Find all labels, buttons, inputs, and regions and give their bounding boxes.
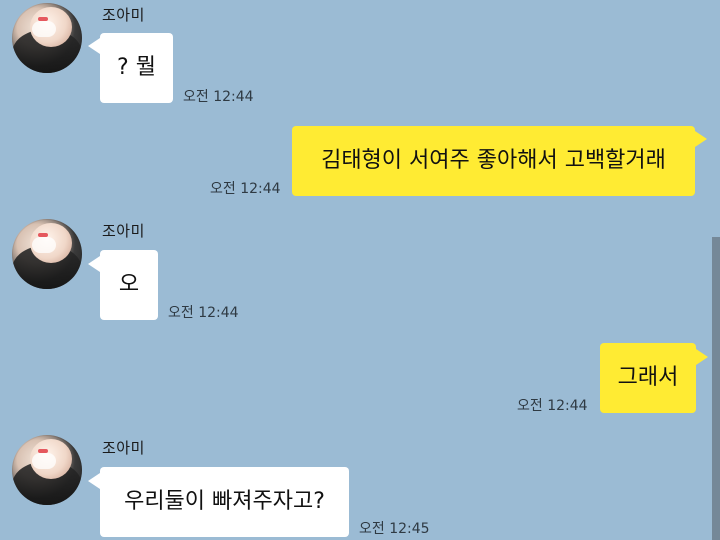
sender-name: 조아미 [102,222,145,240]
message-bubble[interactable]: 우리둘이 빠져주자고? [100,467,349,537]
chat-room[interactable]: 조아미 ? 뭘 오전 12:44 김태형이 서여주 좋아해서 고백할거래 오전 … [0,0,720,540]
bubble-tail [695,131,707,147]
avatar-hand [32,453,56,469]
bubble-tail [88,38,100,54]
avatar-hand [32,21,56,37]
message-time: 오전 12:44 [517,398,588,414]
message-time: 오전 12:44 [168,305,239,321]
bubble-tail [696,349,708,365]
sender-avatar[interactable] [12,219,82,289]
bubble-tail [88,473,100,489]
bubble-tail [88,256,100,272]
sender-avatar[interactable] [12,435,82,505]
message-bubble[interactable]: 오 [100,250,158,320]
sender-avatar[interactable] [12,3,82,73]
avatar-lip [38,233,48,237]
sender-name: 조아미 [102,439,145,457]
message-bubble[interactable]: 김태형이 서여주 좋아해서 고백할거래 [292,126,695,196]
avatar-hand [32,237,56,253]
message-bubble[interactable]: ? 뭘 [100,33,173,103]
message-bubble[interactable]: 그래서 [600,343,696,413]
chat-scrollbar[interactable] [712,237,720,540]
message-time: 오전 12:44 [210,181,281,197]
sender-name: 조아미 [102,6,145,24]
message-time: 오전 12:45 [359,521,430,537]
avatar-lip [38,17,48,21]
message-time: 오전 12:44 [183,89,254,105]
avatar-lip [38,449,48,453]
